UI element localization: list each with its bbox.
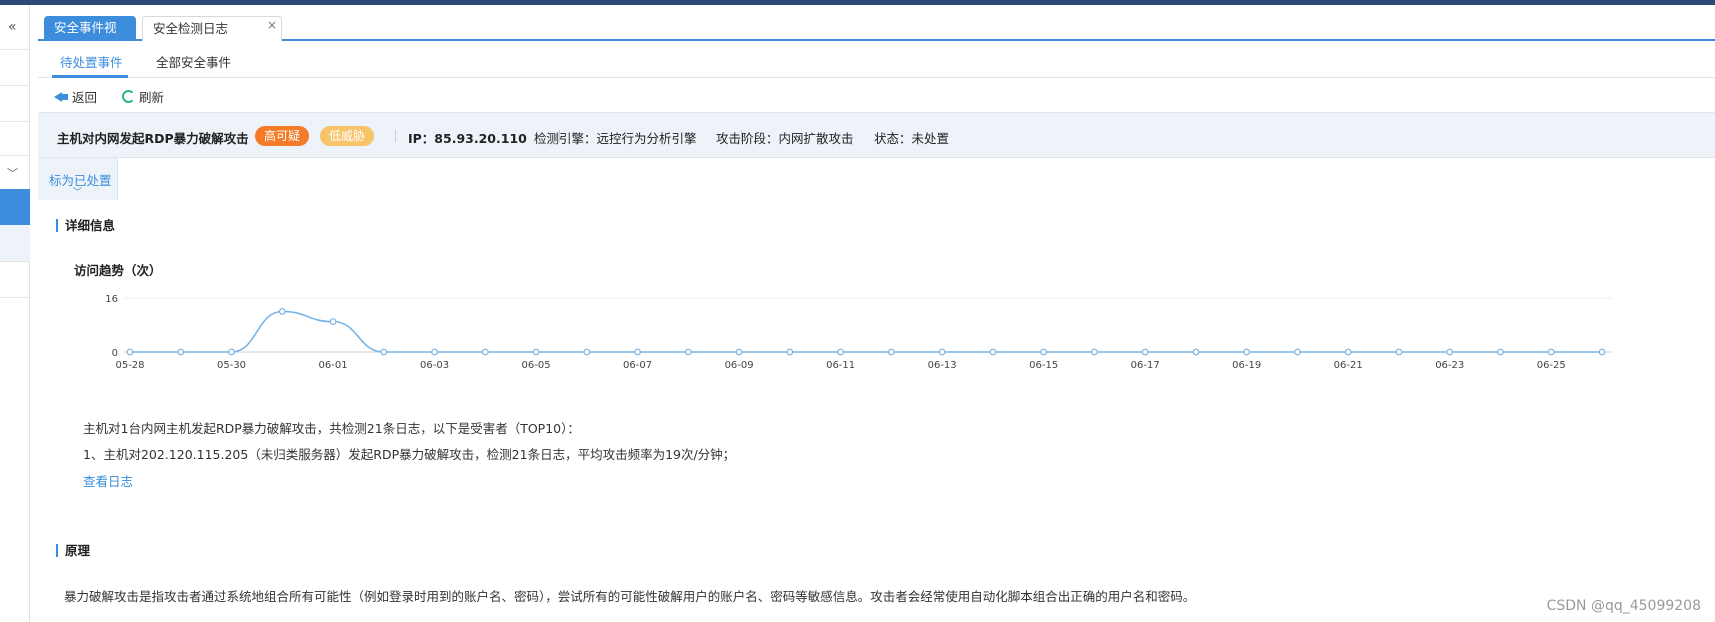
data-point	[989, 348, 997, 356]
data-point	[938, 348, 946, 356]
data-point	[481, 348, 489, 356]
section-title-principle: 原理	[56, 544, 90, 557]
detail-victim-item: 1、主机对202.120.115.205（未归类服务器）发起RDP暴力破解攻击，…	[83, 447, 736, 462]
data-point	[380, 348, 388, 356]
data-point	[735, 348, 743, 356]
x-tick-label: 05-30	[217, 360, 246, 368]
data-point	[1192, 348, 1200, 356]
event-ip: IP：85.93.20.110	[408, 131, 527, 146]
collapse-sidebar-icon[interactable]: «	[8, 19, 17, 35]
x-tick-label: 06-15	[1029, 360, 1058, 368]
event-stage: 攻击阶段：内网扩散攻击	[716, 131, 854, 146]
top-header-bar	[0, 0, 1715, 5]
x-tick-label: 06-23	[1435, 360, 1464, 368]
event-info-bar: 主机对内网发起RDP暴力破解攻击 高可疑 低威胁 IP：85.93.20.110…	[38, 112, 1715, 158]
data-point	[1294, 348, 1301, 356]
data-point	[1091, 348, 1098, 356]
access-trend-chart: 0 16 05-28 05-30 06-01 06-03 06-05 06-07 06-09 06…	[105, 294, 1612, 368]
nav-divider	[0, 155, 29, 156]
nav-divider	[0, 261, 29, 262]
data-point	[837, 348, 845, 356]
data-point	[786, 348, 794, 356]
nav-divider	[0, 49, 29, 50]
x-tick-label: 06-01	[319, 360, 348, 368]
back-button-label: 返回	[72, 90, 98, 105]
toolbar: 返回 刷新	[38, 80, 1715, 112]
series-line	[129, 310, 1602, 353]
nav-divider	[0, 85, 29, 86]
mark-resolved-button[interactable]: 标为已处置 ﹀	[38, 158, 118, 200]
data-point	[228, 348, 235, 356]
back-button[interactable]: 返回	[54, 87, 97, 106]
nav-item[interactable]	[0, 225, 30, 261]
data-point	[1344, 348, 1352, 356]
section-title-details: 详细信息	[56, 219, 115, 232]
detail-summary: 主机对1台内网主机发起RDP暴力破解攻击，共检测21条日志，以下是受害者（TOP…	[83, 421, 580, 436]
active-subtab-indicator	[52, 75, 128, 78]
x-tick-label: 06-11	[826, 360, 855, 368]
data-point	[1446, 348, 1454, 356]
data-point	[431, 348, 438, 356]
nav-divider	[0, 121, 29, 122]
data-point	[634, 348, 641, 356]
x-tick-label: 06-21	[1334, 360, 1363, 368]
view-log-link[interactable]: 查看日志	[83, 471, 133, 490]
principle-text: 暴力破解攻击是指攻击者通过系统地组合所有可能性（例如登录时用到的账户名、密码），…	[64, 589, 1196, 604]
back-arrow-icon	[54, 91, 68, 103]
threat-level-badge: 低威胁	[320, 126, 375, 146]
event-status: 状态：未处置	[874, 131, 950, 146]
tab-label: 安全检测日志	[153, 21, 229, 36]
chart-title: 访问趋势（次）	[74, 263, 162, 278]
data-point	[1395, 348, 1403, 356]
data-point	[583, 348, 591, 356]
left-nav-rail: « ﹀	[0, 5, 30, 622]
data-point	[1547, 348, 1555, 356]
data-point	[1598, 348, 1606, 356]
chevron-down-icon[interactable]: ﹀	[7, 165, 18, 181]
suspicion-badge: 高可疑	[255, 126, 310, 146]
x-tick-label: 06-17	[1131, 360, 1160, 368]
data-point	[684, 348, 692, 356]
x-tick-label: 06-25	[1537, 360, 1566, 368]
event-engine: 检测引擎：远控行为分析引擎	[534, 131, 697, 146]
tab-security-detection-log[interactable]: 安全检测日志 ×	[142, 16, 282, 41]
y-tick-label: 16	[105, 294, 118, 305]
refresh-button[interactable]: 刷新	[122, 87, 164, 106]
data-point	[1141, 348, 1149, 356]
x-tick-label: 06-19	[1232, 360, 1261, 368]
x-tick-label: 06-07	[623, 360, 652, 368]
data-point	[1040, 348, 1048, 356]
subtab-pending-events[interactable]: 待处置事件	[60, 52, 123, 71]
field-divider	[395, 130, 396, 142]
sub-tab-bar: 待处置事件 全部安全事件	[38, 44, 1715, 78]
x-tick-label: 06-13	[928, 360, 957, 368]
data-point	[126, 348, 134, 356]
y-tick-label: 0	[112, 348, 118, 359]
refresh-button-label: 刷新	[139, 90, 165, 105]
close-icon[interactable]: ×	[267, 13, 277, 37]
data-point	[329, 318, 337, 326]
subtab-all-events[interactable]: 全部安全事件	[156, 52, 231, 71]
data-point	[1243, 348, 1251, 356]
data-point	[532, 348, 540, 356]
data-point	[278, 308, 286, 315]
data-point	[887, 348, 895, 356]
x-tick-label: 06-05	[522, 360, 551, 368]
event-title: 主机对内网发起RDP暴力破解攻击	[57, 131, 249, 146]
tab-security-event-view[interactable]: 安全事件视角	[44, 16, 136, 59]
x-tick-label: 06-09	[725, 360, 754, 368]
tab-bar: 安全事件视角 安全检测日志 ×	[38, 13, 1715, 59]
x-tick-label: 06-03	[420, 360, 449, 368]
nav-divider	[0, 297, 29, 298]
x-tick-label: 05-28	[115, 360, 144, 368]
nav-item-active[interactable]	[0, 189, 30, 225]
data-point	[177, 348, 185, 356]
watermark: CSDN @qq_45099208	[1546, 598, 1701, 614]
refresh-icon	[122, 90, 135, 103]
data-point	[1497, 348, 1504, 356]
chevron-down-icon: ﹀	[73, 188, 83, 198]
